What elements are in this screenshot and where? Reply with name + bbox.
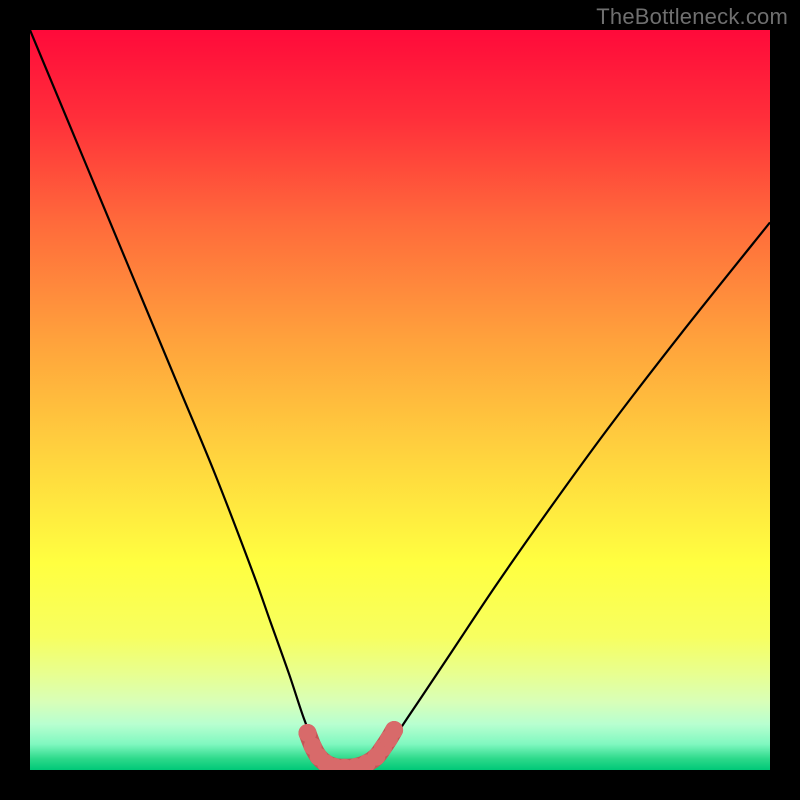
bottleneck-chart bbox=[30, 30, 770, 770]
sweet-spot-marker bbox=[385, 721, 403, 739]
chart-plot-area bbox=[30, 30, 770, 770]
chart-frame: TheBottleneck.com bbox=[0, 0, 800, 800]
chart-background bbox=[30, 30, 770, 770]
attribution-label: TheBottleneck.com bbox=[596, 4, 788, 30]
